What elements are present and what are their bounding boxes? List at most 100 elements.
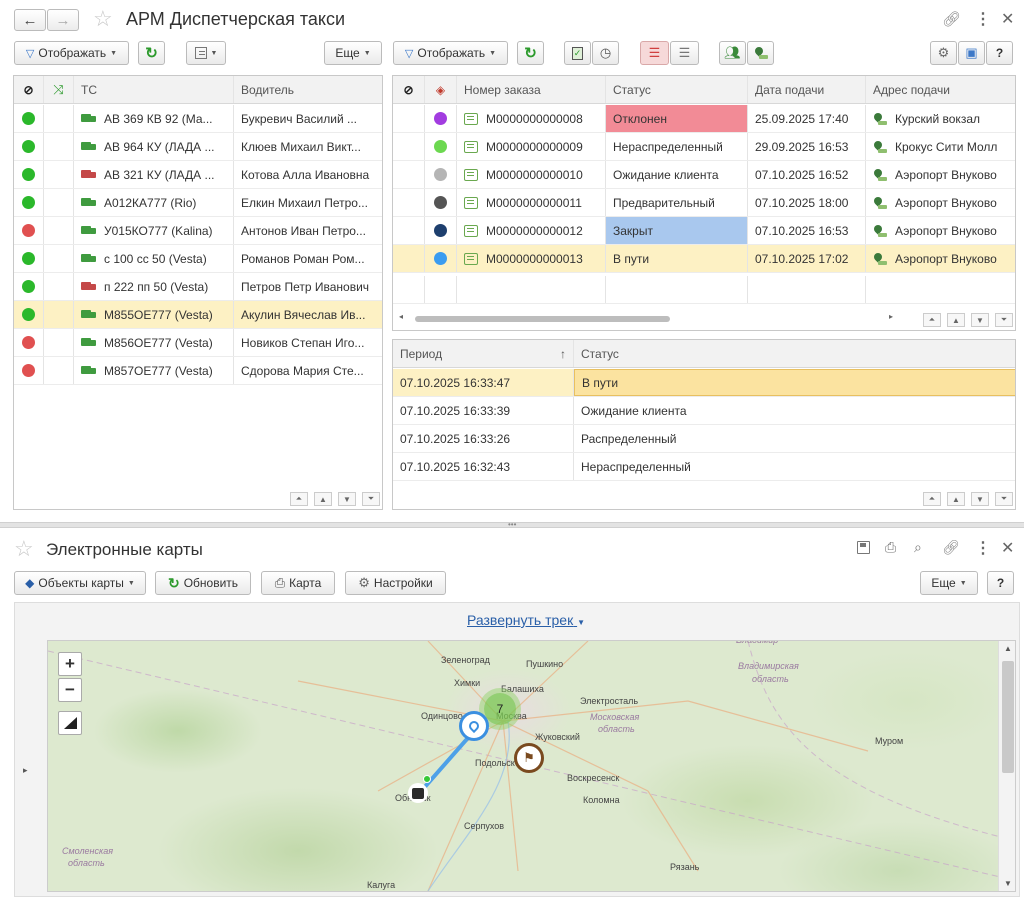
grid-first-button[interactable]: ⏶ [290,492,308,506]
close-icon[interactable]: ✕ [1001,9,1014,29]
color-cell [425,105,457,132]
map-help-button[interactable]: ? [987,571,1014,595]
number-column-header[interactable]: Номер заказа [457,76,606,103]
map-pin-button[interactable] [747,41,774,65]
save-icon[interactable] [857,541,870,554]
driver-column-header[interactable]: Водитель [234,76,382,103]
expand-track-link[interactable]: Развернуть трек ▼ [467,612,585,628]
orders-first-button[interactable]: ⏶ [923,313,941,327]
document-check-button[interactable]: ✓ [564,41,591,65]
history-first-button[interactable]: ⏶ [923,492,941,506]
vehicle-marker-icon[interactable] [408,783,428,803]
print-icon[interactable]: ⎙ [885,539,896,556]
scroll-up-icon[interactable]: ▲ [1004,644,1012,653]
order-row[interactable]: М0000000000012 Закрыт 07.10.2025 16:53 Аэро… [393,217,1015,245]
finish-flag-icon[interactable]: ⚑ [514,743,544,773]
ban-column-header[interactable]: ⊘ [393,76,425,103]
assign-driver-button[interactable]: 👥︎ [719,41,746,65]
history-button[interactable]: ◷ [592,41,619,65]
period-column-header[interactable]: Период ↑ [393,340,574,367]
vehicle-row[interactable]: М857ОЕ777 (Vesta) Сдорова Мария Сте... [14,357,382,385]
orders-up-button[interactable]: ▲ [947,313,965,327]
history-row[interactable]: 07.10.2025 16:33:47 В пути [393,369,1015,397]
status-column-header[interactable]: ⊘ [14,76,44,103]
gear-button[interactable]: ⚙ [930,41,957,65]
left-show-button[interactable]: ▽ Отображать ▼ [14,41,129,65]
link-icon[interactable]: 🔗︎ [942,10,961,28]
history-up-button[interactable]: ▲ [947,492,965,506]
vehicle-row[interactable]: АВ 369 КВ 92 (Ма... Букревич Василий ... [14,105,382,133]
address-column-header[interactable]: Адрес подачи [866,76,1015,103]
zoom-out-button[interactable]: − [58,678,82,702]
vehicle-row[interactable]: А012КА777 (Rio) Елкин Михаил Петро... [14,189,382,217]
vehicle-row[interactable]: М856ОЕ777 (Vesta) Новиков Степан Иго... [14,329,382,357]
top-window: ← → ☆ АРМ Диспетчерская такси 🔗︎ ⋮ ✕ ▽ О… [0,0,1024,522]
left-refresh-button[interactable]: ↻ [138,41,165,65]
preview-icon[interactable]: ⌕ [914,539,922,556]
more-vert-icon[interactable]: ⋮ [975,9,991,29]
status-dot-icon [22,224,35,237]
vehicle-row[interactable]: с 100 сс 50 (Vesta) Романов Роман Ром... [14,245,382,273]
scroll-left-icon[interactable]: ◂ [399,312,403,321]
collapse-side-icon[interactable]: ▸ [23,765,28,776]
scroll-thumb[interactable] [415,316,670,322]
left-more-button[interactable]: Еще ▼ [324,41,382,65]
scroll-down-icon[interactable]: ▼ [1004,879,1012,888]
favorite-star-icon[interactable]: ☆ [14,536,34,562]
map-canvas[interactable]: Зеленоград Пушкино Химки Балашиха Электроста… [47,640,1016,892]
forward-button[interactable]: → [47,9,79,31]
history-down-button[interactable]: ▼ [971,492,989,506]
link-icon[interactable]: 🔗︎ [942,539,960,556]
help-button[interactable]: ? [986,41,1013,65]
scroll-right-icon[interactable]: ▸ [889,312,893,321]
grid-last-button[interactable]: ⏷ [362,492,380,506]
zoom-in-button[interactable]: + [58,652,82,676]
more-vert-icon[interactable]: ⋮ [975,538,991,558]
color-column-header[interactable]: ◈ [425,76,457,103]
vehicle-column-header[interactable]: ТС [74,76,234,103]
orders-last-button[interactable]: ⏷ [995,313,1013,327]
history-last-button[interactable]: ⏷ [995,492,1013,506]
right-show-button[interactable]: ▽ Отображать ▼ [393,41,508,65]
vehicle-row[interactable]: АВ 964 КУ (ЛАДА ... Клюев Михаил Викт... [14,133,382,161]
close-icon[interactable]: ✕ [1001,538,1014,558]
map-more-button[interactable]: Еще ▼ [920,571,978,595]
vehicle-row[interactable]: АВ 321 КУ (ЛАДА ... Котова Алла Ивановна [14,161,382,189]
order-row[interactable]: М0000000000011 Предварительный 07.10.2025 … [393,189,1015,217]
scroll-thumb[interactable] [1002,661,1014,773]
order-row[interactable]: М0000000000013 В пути 07.10.2025 17:02 Аэро… [393,245,1015,273]
map-refresh-button[interactable]: ↻ Обновить [155,571,251,595]
history-status-header[interactable]: Статус [574,340,1015,367]
right-refresh-button[interactable]: ↻ [517,41,544,65]
date-column-header[interactable]: Дата подачи [748,76,866,103]
horizontal-scrollbar[interactable]: ◂ ▸ [393,312,913,325]
list-view-alt-button[interactable]: ☰ [670,41,699,65]
history-row[interactable]: 07.10.2025 16:33:26 Распределенный [393,425,1015,453]
order-row[interactable]: М0000000000008 Отклонен 25.09.2025 17:40 Ку… [393,105,1015,133]
ruler-button[interactable] [58,711,82,735]
vehicle-row[interactable]: М855ОЕ777 (Vesta) Акулин Вячеслав Ив... [14,301,382,329]
history-row[interactable]: 07.10.2025 16:32:43 Нераспределенный [393,453,1015,481]
grid-down-button[interactable]: ▼ [338,492,356,506]
orders-down-button[interactable]: ▼ [971,313,989,327]
route-column-header[interactable]: ⤨ [44,76,74,103]
vehicle-cluster[interactable]: 7 [484,693,516,725]
map-print-button[interactable]: ⎙ Карта [261,571,335,595]
map-settings-button[interactable]: ⚙ Настройки [345,571,446,595]
map-vertical-scrollbar[interactable]: ▲ ▼ [998,641,1015,891]
map-label-zelenograd: Зеленоград [441,655,490,665]
preview-button[interactable]: ▣ [958,41,985,65]
vehicle-row[interactable]: п 222 пп 50 (Vesta) Петров Петр Иванович [14,273,382,301]
grid-up-button[interactable]: ▲ [314,492,332,506]
back-button[interactable]: ← [14,9,46,31]
list-view-button[interactable]: ☰ [640,41,669,65]
left-list-settings-button[interactable]: ▼ [186,41,226,65]
history-row[interactable]: 07.10.2025 16:33:39 Ожидание клиента [393,397,1015,425]
vehicle-row[interactable]: У015КО777 (Kalina) Антонов Иван Петро... [14,217,382,245]
favorite-star-icon[interactable]: ☆ [93,6,113,32]
map-objects-button[interactable]: ◆ Объекты карты ▼ [14,571,146,595]
order-row[interactable]: М0000000000009 Нераспределенный 29.09.2025… [393,133,1015,161]
location-pin-icon[interactable] [459,711,489,741]
order-row[interactable]: М0000000000010 Ожидание клиента 07.10.2025… [393,161,1015,189]
status-column-header[interactable]: Статус [606,76,748,103]
